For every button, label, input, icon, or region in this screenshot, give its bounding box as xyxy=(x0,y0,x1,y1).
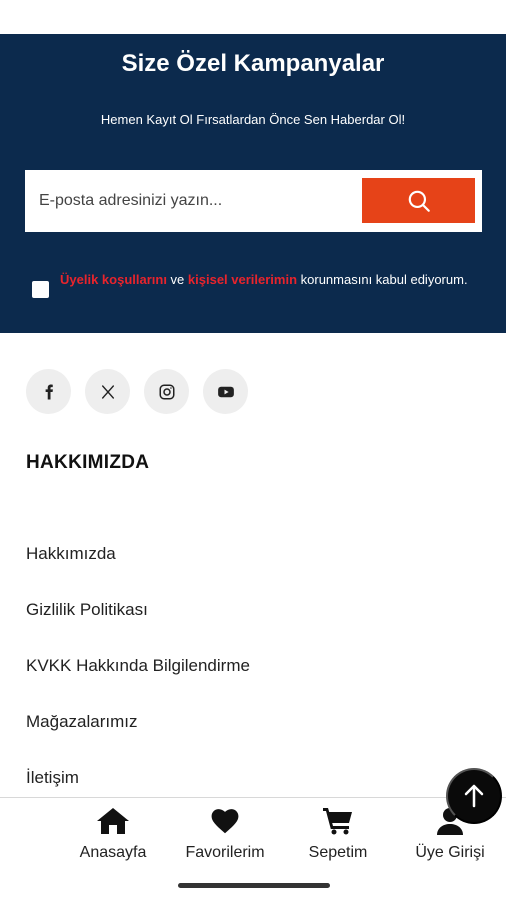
personal-data-link[interactable]: kişisel verilerimin xyxy=(188,272,297,287)
about-links: Hakkımızda Gizlilik Politikası KVKK Hakk… xyxy=(26,544,250,824)
facebook-icon xyxy=(45,384,53,399)
social-links xyxy=(26,369,248,414)
footer-link-kvkk[interactable]: KVKK Hakkında Bilgilendirme xyxy=(26,656,250,712)
newsletter-title: Size Özel Kampanyalar xyxy=(121,50,385,77)
newsletter-subtitle: Hemen Kayıt Ol Fırsatlardan Önce Sen Hab… xyxy=(100,112,406,127)
x-icon xyxy=(101,384,114,399)
facebook-button[interactable] xyxy=(26,369,71,414)
consent-text: Üyelik koşullarını ve kişisel verilerimi… xyxy=(60,272,468,288)
nav-home-label: Anasayfa xyxy=(79,844,147,861)
arrow-up-icon xyxy=(464,784,484,808)
bottom-nav: Anasayfa Favorilerim Sepetim Üye Girişi xyxy=(0,797,506,900)
nav-favorites[interactable]: Favorilerim xyxy=(170,806,280,862)
consent-conjunction: ve xyxy=(166,272,188,287)
about-title: HAKKIMIZDA xyxy=(26,452,150,473)
youtube-icon xyxy=(217,386,234,397)
consent-rest: korunmasını kabul ediyorum. xyxy=(297,272,468,287)
newsletter-section: Size Özel Kampanyalar Hemen Kayıt Ol Fır… xyxy=(0,34,506,333)
footer-link-about[interactable]: Hakkımızda xyxy=(26,544,250,600)
footer-link-stores[interactable]: Mağazalarımız xyxy=(26,712,250,768)
scroll-to-top-button[interactable] xyxy=(446,768,502,824)
nav-cart[interactable]: Sepetim xyxy=(283,806,393,862)
nav-login-label: Üye Girişi xyxy=(415,844,485,861)
membership-terms-link[interactable]: Üyelik koşullarını xyxy=(60,272,167,287)
home-indicator xyxy=(178,883,330,888)
x-button[interactable] xyxy=(85,369,130,414)
nav-favorites-label: Favorilerim xyxy=(185,844,265,861)
cart-icon xyxy=(323,808,352,835)
email-input[interactable] xyxy=(25,170,360,232)
youtube-button[interactable] xyxy=(203,369,248,414)
subscribe-button[interactable] xyxy=(362,178,475,223)
newsletter-form xyxy=(25,170,482,232)
footer-link-privacy[interactable]: Gizlilik Politikası xyxy=(26,600,250,656)
instagram-icon xyxy=(159,384,174,399)
heart-icon xyxy=(211,809,239,834)
nav-home[interactable]: Anasayfa xyxy=(58,806,168,862)
consent-row: Üyelik koşullarını ve kişisel verilerimi… xyxy=(32,272,472,298)
nav-cart-label: Sepetim xyxy=(308,844,368,861)
consent-checkbox[interactable] xyxy=(32,281,49,298)
search-icon xyxy=(408,190,430,212)
instagram-button[interactable] xyxy=(144,369,189,414)
home-icon xyxy=(97,808,129,834)
